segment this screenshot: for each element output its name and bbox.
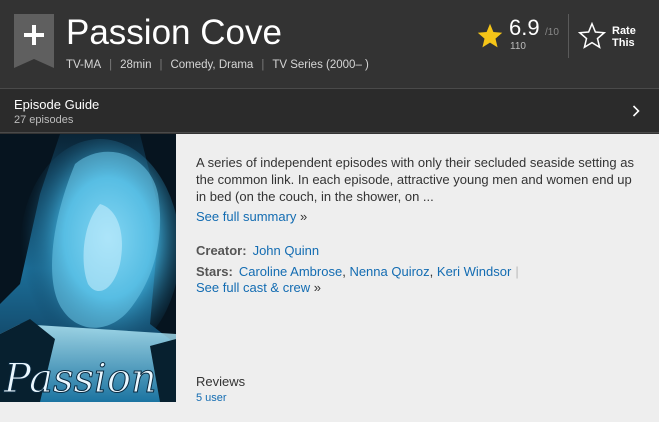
episode-guide-link[interactable]: Episode Guide 27 episodes bbox=[0, 88, 659, 133]
stars-row: Stars: Caroline Ambrose, Nenna Quiroz, Ke… bbox=[196, 263, 519, 280]
title-subtext: TV-MA | 28min | Comedy, Drama | TV Series (200… bbox=[66, 57, 369, 73]
see-full-summary: See full summary » bbox=[196, 208, 307, 225]
runtime: 28min bbox=[120, 59, 152, 71]
episode-guide-title: Episode Guide bbox=[14, 97, 100, 112]
comma: , bbox=[342, 264, 346, 279]
rating-count[interactable]: 110 bbox=[510, 41, 526, 53]
raquo-glyph: » bbox=[313, 280, 322, 295]
genres-link[interactable]: Comedy, Drama bbox=[170, 59, 253, 71]
separator: | bbox=[261, 59, 265, 71]
rate-label: Rate This bbox=[612, 25, 636, 49]
see-full-cast-link[interactable]: See full cast & crew bbox=[196, 280, 310, 295]
page-title: Passion Cove bbox=[66, 13, 282, 52]
poster-image[interactable]: Passion bbox=[0, 134, 176, 402]
stars-label: Stars: bbox=[196, 264, 233, 279]
comma: , bbox=[429, 264, 434, 279]
rate-label-line2: This bbox=[612, 37, 635, 49]
rating-value: 6.9 bbox=[509, 15, 540, 40]
plot-summary: A series of independent episodes with on… bbox=[196, 155, 634, 204]
plus-ribbon-icon bbox=[14, 14, 54, 68]
see-full-summary-link[interactable]: See full summary bbox=[196, 209, 296, 224]
raquo-glyph: » bbox=[300, 209, 308, 224]
star-link[interactable]: Caroline Ambrose bbox=[239, 264, 342, 279]
divider bbox=[568, 14, 569, 58]
main-content: Passion A series of independent episodes… bbox=[0, 134, 659, 422]
user-reviews-link[interactable]: 5 user bbox=[196, 391, 227, 405]
episode-count: 27 episodes bbox=[14, 114, 74, 126]
chevron-right-icon bbox=[632, 105, 640, 117]
star-link[interactable]: Nenna Quiroz bbox=[349, 264, 429, 279]
add-to-watchlist-button[interactable] bbox=[14, 14, 54, 68]
see-full-cast: See full cast & crew » bbox=[196, 279, 321, 296]
rating-max: /10 bbox=[545, 27, 559, 38]
creator-label: Creator: bbox=[196, 243, 247, 258]
separator: | bbox=[159, 59, 163, 71]
content-rating: TV-MA bbox=[66, 59, 102, 71]
series-info-link[interactable]: TV Series (2000– ) bbox=[272, 59, 369, 71]
separator: | bbox=[109, 59, 113, 71]
rate-label-line1: Rate bbox=[612, 25, 636, 37]
poster-caption: Passion bbox=[3, 356, 157, 402]
star-link[interactable]: Keri Windsor bbox=[437, 264, 511, 279]
reviews-heading: Reviews bbox=[196, 374, 246, 389]
title-bar: Passion Cove TV-MA | 28min | Comedy, Drama | T… bbox=[0, 0, 659, 88]
creator-row: Creator: John Quinn bbox=[196, 242, 319, 259]
star-filled-icon bbox=[477, 23, 503, 48]
creator-link[interactable]: John Quinn bbox=[253, 243, 320, 258]
star-outline-icon bbox=[578, 22, 606, 49]
separator: | bbox=[515, 264, 519, 279]
